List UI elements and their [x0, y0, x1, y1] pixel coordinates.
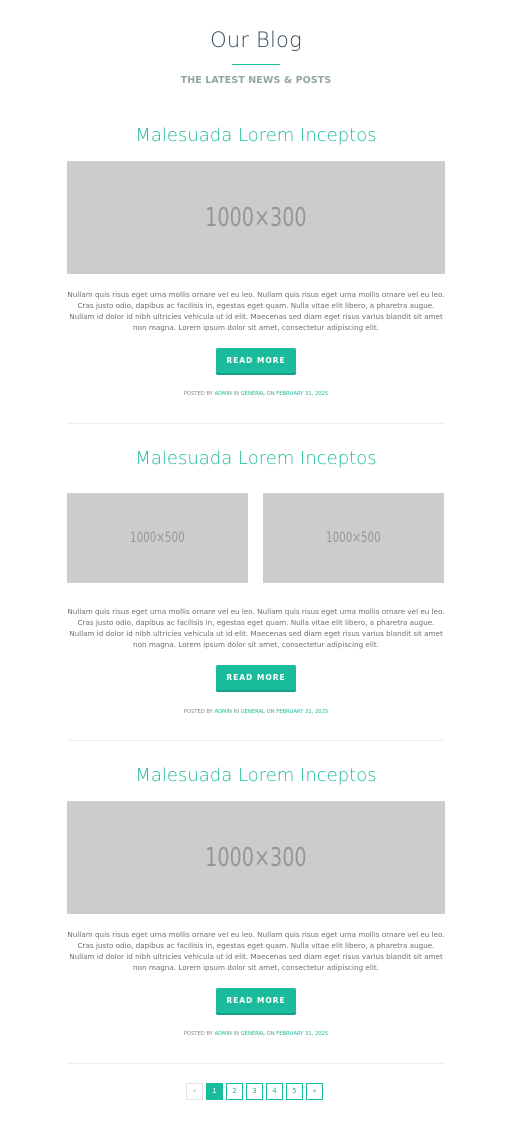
author-link[interactable]: ADMIN	[214, 1031, 231, 1037]
category-link[interactable]: GENERAL	[241, 709, 265, 715]
page-title: Our Blog	[210, 28, 302, 52]
post-image-left[interactable]: 1000×500	[67, 493, 248, 583]
category-link[interactable]: GENERAL	[241, 391, 265, 397]
read-more-button[interactable]: READ MORE	[216, 665, 296, 692]
post-excerpt: Nullam quis risus eget urna mollis ornar…	[67, 607, 445, 649]
meta-on: ON	[266, 709, 275, 715]
meta-on: ON	[266, 391, 275, 397]
image-placeholder-label: 1000×300	[205, 842, 307, 873]
post-excerpt: Nullam quis risus eget urna mollis ornar…	[67, 930, 445, 972]
post-title[interactable]: Malesuada Lorem Inceptos	[0, 125, 512, 146]
meta-in: IN	[233, 1031, 239, 1037]
read-more-button[interactable]: READ MORE	[216, 988, 296, 1015]
image-placeholder-label: 1000×300	[205, 202, 307, 233]
meta-in: IN	[233, 709, 239, 715]
image-placeholder-label: 1000×500	[130, 530, 185, 546]
meta-posted-by: POSTED BY	[183, 1031, 213, 1037]
meta-posted-by: POSTED BY	[183, 391, 213, 397]
post-image[interactable]: 1000×300	[67, 801, 445, 914]
date-link[interactable]: FEBRUARY 31, 2025	[276, 391, 328, 397]
pagination-page-5[interactable]: 5	[286, 1083, 303, 1100]
post-excerpt: Nullam quis risus eget urna mollis ornar…	[67, 290, 445, 332]
meta-posted-by: POSTED BY	[183, 709, 213, 715]
post-meta: POSTED BY ADMIN IN GENERAL ON FEBRUARY 3…	[0, 709, 512, 715]
meta-in: IN	[233, 391, 239, 397]
pagination-page-2[interactable]: 2	[226, 1083, 243, 1100]
post-image-right[interactable]: 1000×500	[263, 493, 444, 583]
date-link[interactable]: FEBRUARY 31, 2025	[276, 1031, 328, 1037]
post-meta: POSTED BY ADMIN IN GENERAL ON FEBRUARY 3…	[0, 1031, 512, 1037]
pagination: « 1 2 3 4 5 »	[186, 1083, 323, 1100]
read-more-button[interactable]: READ MORE	[216, 348, 296, 375]
pagination-page-3[interactable]: 3	[246, 1083, 263, 1100]
pagination-page-4[interactable]: 4	[266, 1083, 283, 1100]
author-link[interactable]: ADMIN	[214, 709, 231, 715]
title-underline	[232, 64, 280, 65]
pagination-page-1[interactable]: 1	[206, 1083, 223, 1100]
post-title[interactable]: Malesuada Lorem Inceptos	[0, 765, 512, 786]
category-link[interactable]: GENERAL	[241, 1031, 265, 1037]
pagination-prev-button[interactable]: «	[186, 1083, 203, 1100]
post-image[interactable]: 1000×300	[67, 161, 445, 274]
date-link[interactable]: FEBRUARY 31, 2025	[276, 709, 328, 715]
page-subtitle: THE LATEST NEWS & POSTS	[180, 75, 332, 86]
post-divider	[67, 423, 445, 424]
post-divider	[67, 740, 445, 741]
post-divider	[67, 1063, 445, 1064]
meta-on: ON	[266, 1031, 275, 1037]
author-link[interactable]: ADMIN	[214, 391, 231, 397]
post-meta: POSTED BY ADMIN IN GENERAL ON FEBRUARY 3…	[0, 391, 512, 397]
post-title[interactable]: Malesuada Lorem Inceptos	[0, 448, 512, 469]
pagination-next-button[interactable]: »	[306, 1083, 323, 1100]
image-placeholder-label: 1000×500	[326, 530, 381, 546]
